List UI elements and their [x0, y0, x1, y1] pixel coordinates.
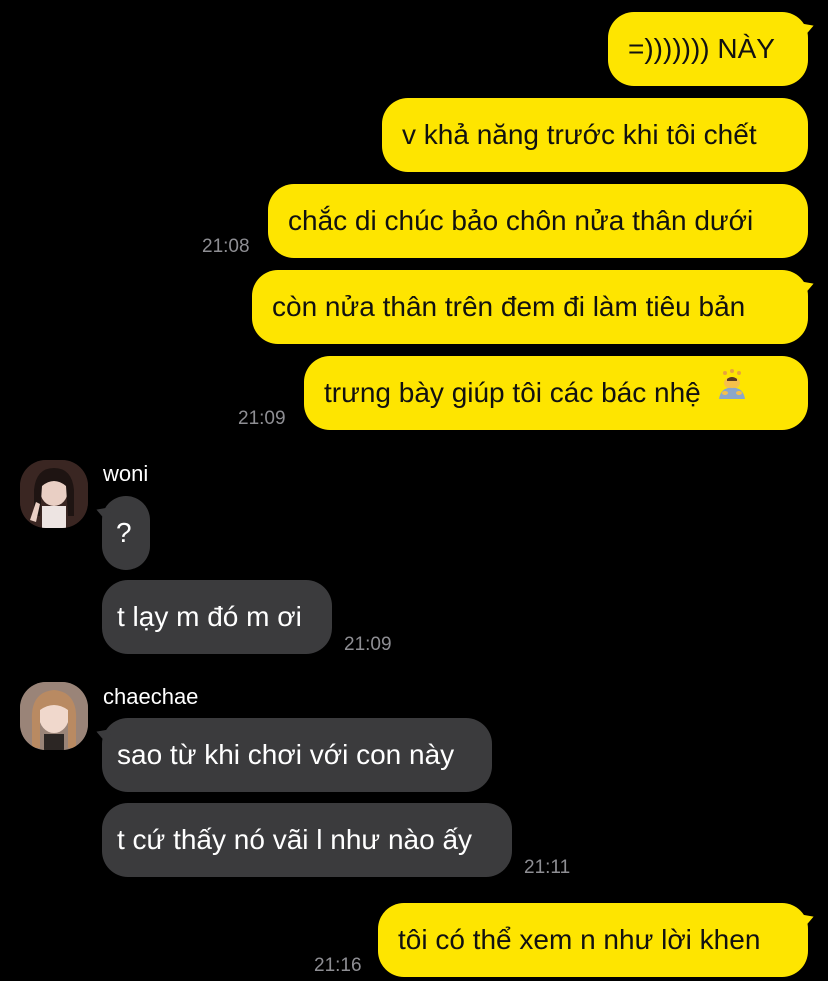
message-text: sao từ khi chơi với con này	[117, 739, 455, 770]
message-text: tôi có thể xem n như lời khen	[398, 924, 761, 955]
message-text: còn nửa thân trên đem đi làm tiêu bản	[272, 291, 746, 322]
message-timestamp: 21:09	[344, 634, 392, 655]
message-text: t cứ thấy nó vãi l như nào ấy	[117, 824, 473, 855]
message-timestamp: 21:11	[524, 857, 571, 878]
message-text: chắc di chúc bảo chôn nửa thân dưới	[288, 205, 754, 236]
message-bubble-outgoing[interactable]: tôi có thể xem n như lời khen	[378, 903, 808, 977]
message-bubble-outgoing[interactable]: =))))))) NÀY	[608, 12, 808, 86]
message-text: t lạy m đó m ơi	[117, 601, 302, 632]
message-bubble-incoming[interactable]: sao từ khi chơi với con này	[102, 718, 492, 792]
sender-name: woni	[103, 461, 149, 486]
person-bowing-emoji-icon	[715, 355, 749, 429]
message-text: trưng bày giúp tôi các bác nhệ	[324, 377, 701, 408]
message-timestamp: 21:08	[202, 236, 250, 257]
message-bubble-outgoing[interactable]: v khả năng trước khi tôi chết	[382, 98, 808, 172]
message-text: ?	[116, 517, 132, 548]
message-bubble-outgoing[interactable]: còn nửa thân trên đem đi làm tiêu bản	[252, 270, 808, 344]
message-bubble-incoming[interactable]: ?	[102, 496, 150, 570]
sender-name: chaechae	[103, 684, 199, 709]
message-bubble-outgoing[interactable]: chắc di chúc bảo chôn nửa thân dưới	[268, 184, 808, 258]
message-bubble-outgoing[interactable]: trưng bày giúp tôi các bác nhệ	[304, 356, 808, 430]
message-bubble-incoming[interactable]: t lạy m đó m ơi	[102, 580, 332, 654]
message-bubble-incoming[interactable]: t cứ thấy nó vãi l như nào ấy	[102, 803, 512, 877]
avatar-woni[interactable]	[20, 460, 88, 528]
message-text: v khả năng trước khi tôi chết	[402, 119, 757, 150]
message-timestamp: 21:16	[314, 955, 362, 976]
message-text: =))))))) NÀY	[628, 33, 775, 64]
message-timestamp: 21:09	[238, 408, 286, 429]
avatar-chaechae[interactable]	[20, 682, 88, 750]
